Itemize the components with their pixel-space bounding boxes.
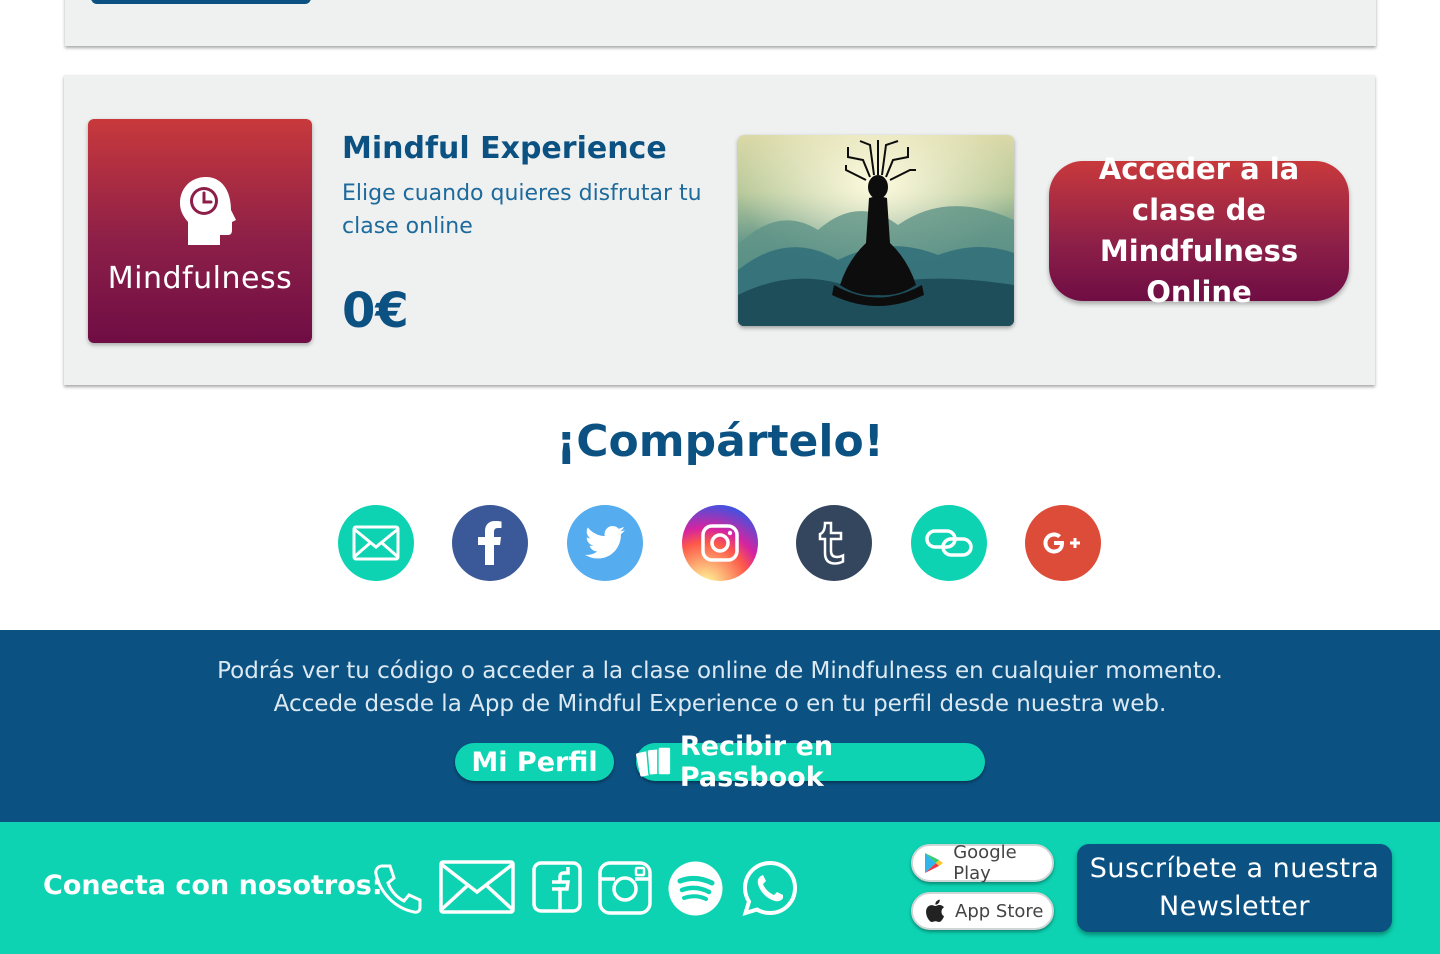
spotify-icon[interactable] bbox=[668, 861, 723, 916]
meditation-image bbox=[738, 135, 1014, 326]
app-store-label: App Store bbox=[955, 900, 1044, 922]
passbook-button[interactable]: Recibir en Passbook bbox=[636, 731, 985, 793]
info-line-2: Accede desde la App de Mindful Experienc… bbox=[273, 691, 1167, 717]
facebook-icon[interactable] bbox=[532, 861, 582, 913]
google-play-icon bbox=[923, 851, 945, 875]
link-icon bbox=[925, 529, 973, 557]
previous-card-button[interactable] bbox=[91, 0, 311, 4]
google-play-button[interactable]: Google Play bbox=[911, 842, 1054, 884]
share-tumblr-button[interactable] bbox=[796, 505, 872, 581]
apple-icon bbox=[923, 899, 947, 923]
passbook-label: Recibir en Passbook bbox=[679, 731, 834, 793]
my-profile-label: Mi Perfil bbox=[471, 746, 598, 778]
tumblr-icon bbox=[818, 521, 845, 565]
passbook-icon bbox=[636, 746, 672, 777]
share-instagram-button[interactable] bbox=[682, 505, 758, 581]
newsletter-button[interactable]: Suscríbete a nuestra Newsletter bbox=[1077, 844, 1392, 932]
facebook-icon bbox=[478, 521, 502, 565]
access-class-button[interactable]: Acceder a la clase de Mindfulness Online bbox=[1049, 152, 1349, 309]
share-facebook-button[interactable] bbox=[452, 505, 528, 581]
whatsapp-icon[interactable] bbox=[742, 860, 798, 916]
info-line-1: Podrás ver tu código o acceder a la clas… bbox=[217, 658, 1223, 684]
share-buttons bbox=[0, 505, 1440, 581]
info-band: Podrás ver tu código o acceder a la clas… bbox=[0, 630, 1440, 822]
connect-label: Conecta con nosotros: bbox=[43, 870, 383, 901]
share-title: ¡Compártelo! bbox=[556, 416, 884, 467]
share-email-button[interactable] bbox=[338, 505, 414, 581]
previous-card bbox=[65, 0, 1376, 46]
google-plus-icon bbox=[1043, 532, 1080, 554]
phone-icon[interactable] bbox=[372, 862, 422, 916]
twitter-icon bbox=[585, 526, 625, 559]
instagram-icon bbox=[701, 524, 739, 562]
product-title: Mindful Experience bbox=[342, 131, 667, 166]
email-icon[interactable] bbox=[439, 860, 515, 914]
share-google-plus-button[interactable] bbox=[1025, 505, 1101, 581]
mindfulness-category-tile: Mindfulness bbox=[88, 119, 312, 343]
instagram-icon[interactable] bbox=[598, 861, 652, 915]
product-card: Mindfulness Mindful Experience Elige cua… bbox=[64, 75, 1375, 385]
app-store-button[interactable]: App Store bbox=[911, 892, 1054, 930]
google-play-label: Google Play bbox=[953, 842, 1017, 884]
footer: Conecta con nosotros: Google Play App St… bbox=[0, 822, 1440, 954]
tile-label: Mindfulness bbox=[107, 261, 293, 296]
share-link-button[interactable] bbox=[911, 505, 987, 581]
product-price: 0€ bbox=[342, 283, 409, 339]
email-icon bbox=[352, 525, 400, 561]
my-profile-button[interactable]: Mi Perfil bbox=[455, 743, 614, 781]
product-description: Elige cuando quieres disfrutar tu clase … bbox=[342, 181, 702, 239]
mind-clock-icon bbox=[180, 177, 236, 245]
share-twitter-button[interactable] bbox=[567, 505, 643, 581]
meditation-illustration bbox=[738, 135, 1014, 326]
